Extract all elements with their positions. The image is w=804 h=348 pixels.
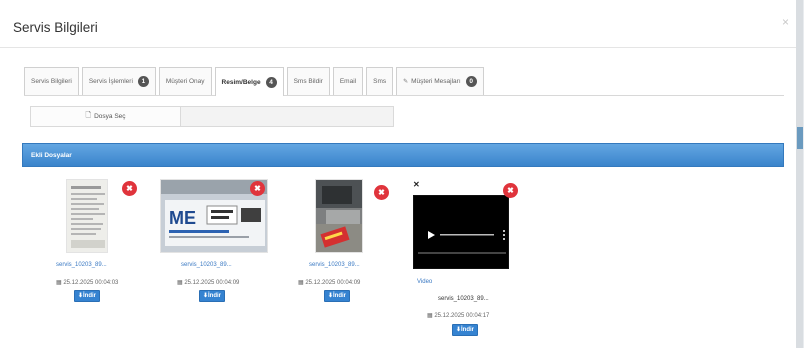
comments-icon: ✎ <box>403 79 409 85</box>
choose-file-button[interactable]: 🗋 Dosya Seç <box>31 107 181 126</box>
service-info-modal: Servis Bilgileri × Servis Bilgileri Serv… <box>0 0 803 348</box>
attachment-name[interactable]: servis_10203_89... <box>309 262 360 268</box>
document-image <box>67 180 107 252</box>
file-icon: 🗋 <box>85 112 92 119</box>
attachment-date-text: 25.12.2025 00:04:17 <box>434 313 490 319</box>
attachment-thumbnail[interactable] <box>66 179 108 253</box>
count-badge: 1 <box>137 76 149 87</box>
tab-label: Servis Bilgileri <box>31 78 72 85</box>
attachment-name: servis_10203_89... <box>438 296 489 302</box>
tab-label: Sms <box>373 78 387 85</box>
tab-sms-bildir[interactable]: Sms Bildir <box>286 67 330 95</box>
close-icon[interactable]: × <box>782 15 789 29</box>
count-badge: 0 <box>465 76 477 87</box>
choose-file-label: Dosya Seç <box>94 113 126 120</box>
download-label: İndir <box>461 327 475 333</box>
attachment-name[interactable]: servis_10203_89... <box>56 262 107 268</box>
attachments-header: Ekli Dosyalar <box>22 143 784 167</box>
delete-icon[interactable]: ✖ <box>374 185 389 200</box>
tab-resim-belge[interactable]: Resim/Belge 4 <box>214 67 284 96</box>
tab-musteri-mesajlari[interactable]: ✎ Müşteri Mesajları 0 <box>396 67 484 95</box>
video-controls <box>414 196 508 268</box>
file-upload: 🗋 Dosya Seç <box>30 106 394 127</box>
window-edge-marker <box>797 127 803 149</box>
tab-label: Email <box>339 78 357 85</box>
download-label: İndir <box>83 293 97 299</box>
download-label: İndir <box>208 293 222 299</box>
attachment-date: ▦ 25.12.2025 00:04:03 <box>56 279 118 286</box>
svg-text:ME: ME <box>169 208 196 228</box>
attachments-title: Ekli Dosyalar <box>31 152 72 159</box>
attachment-name[interactable]: servis_10203_89... <box>181 262 232 268</box>
attachment-date: ▦ 25.12.2025 00:04:17 <box>427 312 489 319</box>
delete-icon[interactable]: ✖ <box>250 181 265 196</box>
window-edge <box>796 0 803 348</box>
download-button[interactable]: ⬇İndir <box>324 290 350 302</box>
tab-musteri-onay[interactable]: Müşteri Onay <box>158 67 212 95</box>
modal-header: Servis Bilgileri × <box>0 0 797 48</box>
download-button[interactable]: ⬇İndir <box>74 290 100 302</box>
tab-label: Sms Bildir <box>293 78 323 85</box>
attachment-date-text: 25.12.2025 00:04:09 <box>184 280 240 286</box>
delete-icon[interactable]: ✖ <box>122 181 137 196</box>
tab-label: Müşteri Onay <box>165 78 205 85</box>
download-button[interactable]: ⬇İndir <box>452 324 478 336</box>
download-label: İndir <box>333 293 347 299</box>
selected-file-name <box>181 107 393 126</box>
device-photo-image <box>316 180 362 252</box>
tab-servis-islemleri[interactable]: Servis İşlemleri 1 <box>81 67 156 95</box>
tab-email[interactable]: Email <box>332 67 364 95</box>
tab-bar: Servis Bilgileri Servis İşlemleri 1 Müşte… <box>24 67 784 96</box>
tab-servis-bilgileri[interactable]: Servis Bilgileri <box>24 67 79 95</box>
close-icon[interactable]: ✕ <box>413 180 420 189</box>
video-link[interactable]: Video <box>417 279 432 285</box>
tab-sms[interactable]: Sms <box>366 67 394 95</box>
video-player[interactable] <box>413 195 509 269</box>
delete-icon[interactable]: ✖ <box>503 183 518 198</box>
attachment-date-text: 25.12.2025 00:04:09 <box>305 280 361 286</box>
tab-label: Resim/Belge <box>221 78 261 86</box>
attachment-date: ▦ 25.12.2025 00:04:09 <box>298 279 360 286</box>
tab-label: Müşteri Mesajları <box>411 78 461 85</box>
attachment-date-text: 25.12.2025 00:04:03 <box>63 280 119 286</box>
modal-title: Servis Bilgileri <box>13 20 98 35</box>
tab-label: Servis İşlemleri <box>88 78 133 85</box>
count-badge: 4 <box>265 76 277 88</box>
attachment-date: ▦ 25.12.2025 00:04:09 <box>177 279 239 286</box>
attachment-thumbnail[interactable] <box>315 179 363 253</box>
download-button[interactable]: ⬇İndir <box>199 290 225 302</box>
